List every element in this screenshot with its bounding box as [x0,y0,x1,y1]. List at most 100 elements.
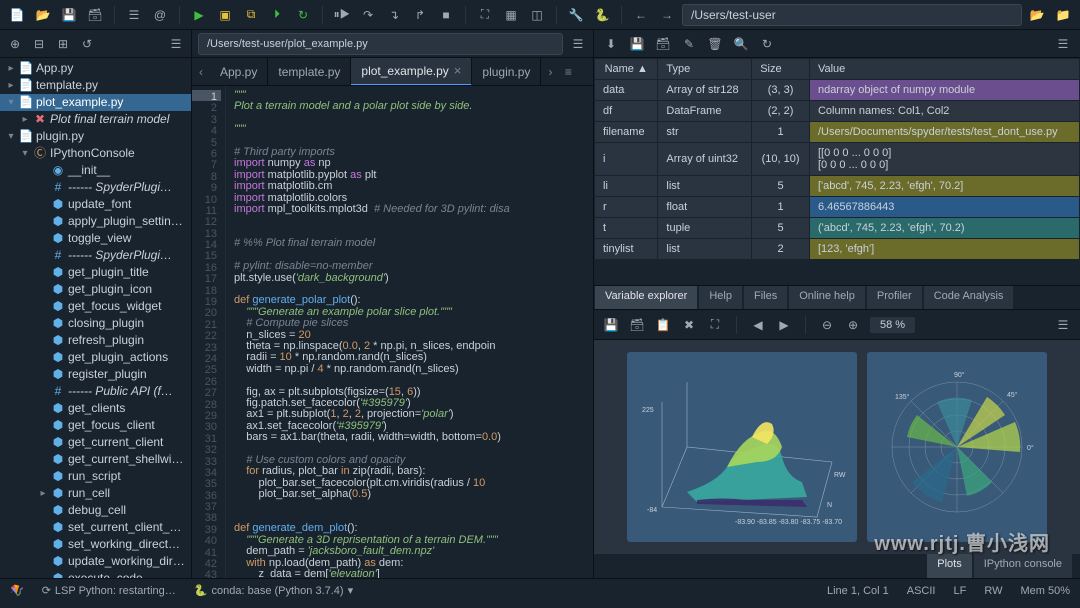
import-data-icon[interactable]: ⬇ [602,35,620,53]
save-data-as-icon[interactable]: 🗃 [654,35,672,53]
outline-item[interactable]: ▸✖Plot final terrain model [0,111,191,128]
open-icon[interactable]: 📂 [32,4,54,26]
forward-icon[interactable]: → [656,4,678,26]
outline-item[interactable]: ⬢register_plugin [0,366,191,383]
back-icon[interactable]: ← [630,4,652,26]
save-all-icon[interactable]: 🗃 [84,4,106,26]
code-editor[interactable]: 1234567891011121314151617181920212223242… [192,86,593,578]
next-plot-icon[interactable]: ▶ [775,316,793,334]
editor-tab[interactable]: plugin.py [472,58,541,86]
right-pane-tab[interactable]: Help [699,286,742,309]
search-var-icon[interactable]: 🔍 [732,35,750,53]
refresh-var-icon[interactable]: ↻ [758,35,776,53]
outline-item[interactable]: ⬢get_plugin_icon [0,281,191,298]
encoding-status[interactable]: ASCII [907,585,936,597]
variable-row[interactable]: filenamestr1/Users/Documents/spyder/test… [595,122,1080,143]
outline-item[interactable]: ◉__init__ [0,162,191,179]
outline-item[interactable]: ▸⬢run_cell [0,485,191,502]
outline-item[interactable]: ▸📄template.py [0,77,191,94]
outline-item[interactable]: ⬢run_script [0,468,191,485]
run-selection-icon[interactable]: ⏵ [266,4,288,26]
rw-status[interactable]: RW [984,585,1002,597]
run-cell-icon[interactable]: ▣ [214,4,236,26]
outline-item[interactable]: ⬢toggle_view [0,230,191,247]
zoom-in-icon[interactable]: ⊕ [844,316,862,334]
tabs-list-icon[interactable]: ≡ [559,65,577,79]
remove-plot-icon[interactable]: ✖ [680,316,698,334]
copy-plot-icon[interactable]: 📋 [654,316,672,334]
outline-item[interactable]: ⬢get_plugin_actions [0,349,191,366]
run-cell-advance-icon[interactable]: ⧉ [240,4,262,26]
variable-row[interactable]: tinylistlist2[123, 'efgh'] [595,239,1080,260]
collapse-icon[interactable]: ⊟ [30,35,48,53]
var-header[interactable]: Size [752,59,810,80]
step-over-icon[interactable]: ↷ [357,4,379,26]
lsp-status[interactable]: ⟳ LSP Python: restarting… [42,584,176,597]
tabs-next-icon[interactable]: › [541,65,559,79]
var-header[interactable]: Name ▲ [595,59,658,80]
variable-row[interactable]: dfDataFrame(2, 2)Column names: Col1, Col… [595,101,1080,122]
run-icon[interactable]: ▶ [188,4,210,26]
var-header[interactable]: Value [809,59,1079,80]
outline-item[interactable]: ▾📄plot_example.py [0,94,191,111]
outline-tree[interactable]: ▸📄App.py▸📄template.py▾📄plot_example.py▸✖… [0,58,191,578]
remove-var-icon[interactable]: ✎ [680,35,698,53]
outline-item[interactable]: ⬢get_current_shellwi… [0,451,191,468]
outline-item[interactable]: ⬢get_plugin_title [0,264,191,281]
plots-menu-icon[interactable]: ☰ [1054,316,1072,334]
outline-item[interactable]: ⬢set_current_client_… [0,519,191,536]
right-pane-tab[interactable]: Variable explorer [595,286,697,309]
outline-item[interactable]: ⬢update_working_dir… [0,553,191,570]
close-icon[interactable]: × [454,63,462,78]
step-into-icon[interactable]: ↴ [383,4,405,26]
memory-status[interactable]: Mem 50% [1020,585,1070,597]
variable-row[interactable]: ttuple5('abcd', 745, 2.23, 'efgh', 70.2) [595,218,1080,239]
completions-icon[interactable]: 🪁 [10,584,24,597]
editor-tab[interactable]: template.py [268,58,351,86]
right-pane-tab[interactable]: Code Analysis [924,286,1014,309]
save-plot-icon[interactable]: 💾 [602,316,620,334]
restore-icon[interactable]: ↺ [78,35,96,53]
right-pane-tab[interactable]: Files [744,286,787,309]
new-file-icon[interactable]: 📄 [6,4,28,26]
variable-row[interactable]: rfloat16.46567886443 [595,197,1080,218]
outline-item[interactable]: ⬢get_current_client [0,434,191,451]
step-out-icon[interactable]: ↱ [409,4,431,26]
variable-table[interactable]: Name ▲TypeSizeValuedataArray of str128(3… [594,58,1080,285]
remove-all-icon[interactable]: 🗑 [706,35,724,53]
prev-plot-icon[interactable]: ◀ [749,316,767,334]
outline-item[interactable]: #------ Public API (f… [0,383,191,400]
outline-item[interactable]: #------ SpyderPlugi… [0,179,191,196]
working-dir-input[interactable] [682,4,1022,26]
go-to-cursor-icon[interactable]: ⊕ [6,35,24,53]
eol-status[interactable]: LF [953,585,966,597]
variable-row[interactable]: lilist5['abcd', 745, 2.23, 'efgh', 70.2] [595,176,1080,197]
outline-item[interactable]: ⬢closing_plugin [0,315,191,332]
outline-item[interactable]: ⬢refresh_plugin [0,332,191,349]
expand-icon[interactable]: ⊞ [54,35,72,53]
outline-item[interactable]: ⬢get_clients [0,400,191,417]
outline-item[interactable]: ⬢execute_code [0,570,191,578]
remove-all-plots-icon[interactable]: ⛶ [706,316,724,334]
outline-item[interactable]: ▾📄plugin.py [0,128,191,145]
tabs-prev-icon[interactable]: ‹ [192,65,210,79]
right-pane-tab[interactable]: Profiler [867,286,922,309]
rerun-icon[interactable]: ↻ [292,4,314,26]
outline-item[interactable]: ⬢get_focus_widget [0,298,191,315]
save-data-icon[interactable]: 💾 [628,35,646,53]
parent-dir-icon[interactable]: 📁 [1052,4,1074,26]
stop-debug-icon[interactable]: ■ [435,4,457,26]
browse-dir-icon[interactable]: 📂 [1026,4,1048,26]
editor-menu-icon[interactable]: ☰ [569,35,587,53]
save-icon[interactable]: 💾 [58,4,80,26]
debug-continue-icon[interactable]: ⏸▶ [331,4,353,26]
zoom-out-icon[interactable]: ⊖ [818,316,836,334]
editor-path-input[interactable] [198,33,563,55]
outline-item[interactable]: ⬢set_working_direct… [0,536,191,553]
outline-toggle-icon[interactable]: ☰ [123,4,145,26]
layout-icon[interactable]: ◫ [526,4,548,26]
varexp-menu-icon[interactable]: ☰ [1054,35,1072,53]
env-status[interactable]: 🐍 conda: base (Python 3.7.4) ▾ [194,584,353,597]
right-pane-tab[interactable]: Online help [789,286,865,309]
outline-item[interactable]: ⬢update_font [0,196,191,213]
